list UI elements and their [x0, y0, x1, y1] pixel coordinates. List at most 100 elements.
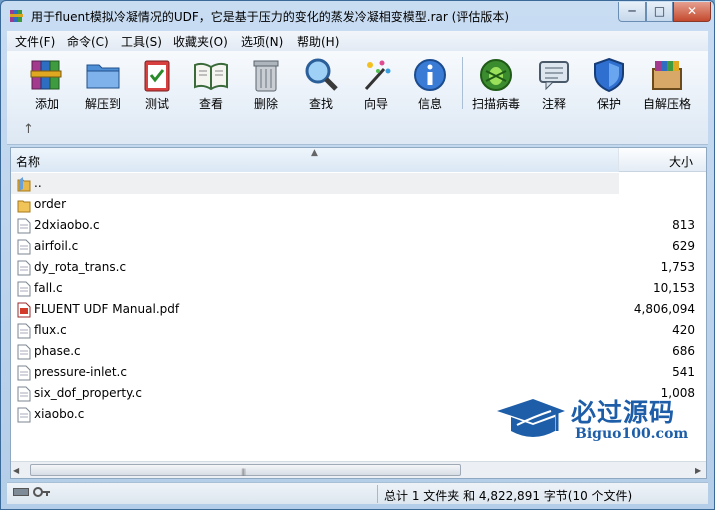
find-button[interactable]: 查找	[295, 55, 347, 115]
shield-icon	[594, 57, 624, 93]
winrar-app-icon[interactable]	[9, 8, 25, 24]
name-column-header[interactable]: 名称 ▲	[11, 148, 619, 172]
horizontal-scrollbar[interactable]: ◀ ||| ▶	[11, 461, 706, 478]
table-row[interactable]: dy_rota_trans.c 1,753	[11, 257, 706, 278]
table-row[interactable]: ..	[11, 173, 706, 194]
name-cell: pressure-inlet.c	[11, 362, 619, 383]
c-file-icon	[17, 218, 31, 234]
file-name: xiaobo.c	[34, 407, 85, 421]
protect-button[interactable]: 保护	[583, 55, 635, 115]
size-cell	[619, 194, 706, 215]
pdf-file-icon	[17, 302, 31, 318]
scrollbar-grip-icon: |||	[241, 468, 246, 476]
c-file-icon	[17, 260, 31, 276]
size-cell: 420	[619, 320, 706, 341]
extract-to-button[interactable]: 解压到	[77, 55, 129, 115]
graduation-cap-icon	[497, 399, 565, 437]
name-cell: FLUENT UDF Manual.pdf	[11, 299, 619, 320]
file-name: order	[34, 197, 66, 211]
info-label: 信息	[417, 97, 442, 111]
watermark-url: Biguo100.com	[575, 426, 689, 442]
status-bar: 总计 1 文件夹 和 4,822,891 字节(10 个文件)	[7, 482, 708, 504]
magnifier-icon	[305, 58, 338, 91]
menu-favorites[interactable]: 收藏夹(O)	[173, 33, 228, 50]
books-add-icon	[30, 60, 62, 90]
size-cell: 1,753	[619, 257, 706, 278]
file-size: 813	[672, 218, 695, 232]
watermark-logo: 必过源码 Biguo100.com	[495, 393, 705, 449]
file-name: phase.c	[34, 344, 81, 358]
info-icon	[414, 59, 446, 91]
file-size: 4,806,094	[633, 302, 695, 316]
c-file-icon	[17, 344, 31, 360]
window-title: 用于fluent模拟冷凝情况的UDF，它是基于压力的变化的蒸发冷凝相变模型.ra…	[31, 10, 509, 24]
table-row[interactable]: phase.c 686	[11, 341, 706, 362]
wand-icon	[364, 60, 391, 91]
virus-scan-button[interactable]: 扫描病毒	[470, 55, 522, 115]
folder-icon	[17, 200, 31, 213]
c-file-icon	[17, 407, 31, 423]
table-row[interactable]: FLUENT UDF Manual.pdf 4,806,094	[11, 299, 706, 320]
add-label: 添加	[34, 97, 59, 111]
size-cell: 10,153	[619, 278, 706, 299]
key-icon[interactable]	[33, 486, 51, 498]
comment-button[interactable]: 注释	[528, 55, 580, 115]
status-divider	[377, 485, 378, 503]
table-row[interactable]: fall.c 10,153	[11, 278, 706, 299]
virus-scan-icon	[480, 59, 512, 91]
file-name: 2dxiaobo.c	[34, 218, 100, 232]
table-row[interactable]: flux.c 420	[11, 320, 706, 341]
info-button[interactable]: 信息	[404, 55, 456, 115]
sfx-button[interactable]: 自解压格	[641, 55, 693, 115]
file-name: dy_rota_trans.c	[34, 260, 127, 274]
up-folder-button[interactable]: ↑	[23, 123, 37, 137]
name-cell: ..	[11, 173, 619, 194]
menu-bar: 文件(F) 命令(C) 工具(S) 收藏夹(O) 选项(N) 帮助(H)	[7, 31, 708, 51]
status-summary: 总计 1 文件夹 和 4,822,891 字节(10 个文件)	[384, 489, 633, 503]
file-size: 10,153	[653, 281, 695, 295]
table-row[interactable]: airfoil.c 629	[11, 236, 706, 257]
view-button[interactable]: 查看	[185, 55, 237, 115]
menu-commands[interactable]: 命令(C)	[67, 33, 109, 50]
menu-help[interactable]: 帮助(H)	[297, 33, 339, 50]
name-column-label: 名称	[16, 155, 41, 169]
scroll-left-arrow-icon[interactable]: ◀	[13, 466, 19, 475]
menu-file[interactable]: 文件(F)	[15, 33, 55, 50]
c-file-icon	[17, 386, 31, 402]
sfx-label: 自解压格	[642, 97, 691, 111]
table-row[interactable]: 2dxiaobo.c 813	[11, 215, 706, 236]
comment-icon	[539, 61, 569, 91]
column-header: 名称 ▲ 大小	[11, 148, 706, 172]
file-rows: .. order 2dxiaobo.c 813 airfoil.c 629 dy…	[11, 173, 706, 425]
drive-icon[interactable]	[13, 488, 29, 496]
c-file-icon	[17, 239, 31, 255]
maximize-button[interactable]: □	[646, 2, 673, 22]
name-cell: order	[11, 194, 619, 215]
protect-label: 保护	[596, 97, 621, 111]
menu-options[interactable]: 选项(N)	[241, 33, 283, 50]
add-button[interactable]: 添加	[21, 55, 73, 115]
name-cell: flux.c	[11, 320, 619, 341]
folder-extract-icon	[86, 64, 120, 89]
name-cell: 2dxiaobo.c	[11, 215, 619, 236]
toolbar-separator	[462, 57, 463, 109]
file-name: fall.c	[34, 281, 63, 295]
size-column-header[interactable]: 大小	[669, 153, 693, 170]
name-cell: dy_rota_trans.c	[11, 257, 619, 278]
name-cell: fall.c	[11, 278, 619, 299]
file-size: 629	[672, 239, 695, 253]
file-size: 420	[672, 323, 695, 337]
delete-button[interactable]: 删除	[240, 55, 292, 115]
menu-tools[interactable]: 工具(S)	[121, 33, 162, 50]
close-button[interactable]: ✕	[673, 2, 711, 22]
scroll-right-arrow-icon[interactable]: ▶	[695, 466, 701, 475]
table-row[interactable]: pressure-inlet.c 541	[11, 362, 706, 383]
file-name: pressure-inlet.c	[34, 365, 127, 379]
wizard-button[interactable]: 向导	[350, 55, 402, 115]
test-button[interactable]: 测试	[131, 55, 183, 115]
minimize-button[interactable]: ─	[618, 2, 646, 22]
table-row[interactable]: order	[11, 194, 706, 215]
winrar-window: 用于fluent模拟冷凝情况的UDF，它是基于压力的变化的蒸发冷凝相变模型.ra…	[0, 0, 715, 510]
title-bar: 用于fluent模拟冷凝情况的UDF，它是基于压力的变化的蒸发冷凝相变模型.ra…	[1, 1, 714, 31]
scrollbar-thumb[interactable]: |||	[30, 464, 461, 476]
